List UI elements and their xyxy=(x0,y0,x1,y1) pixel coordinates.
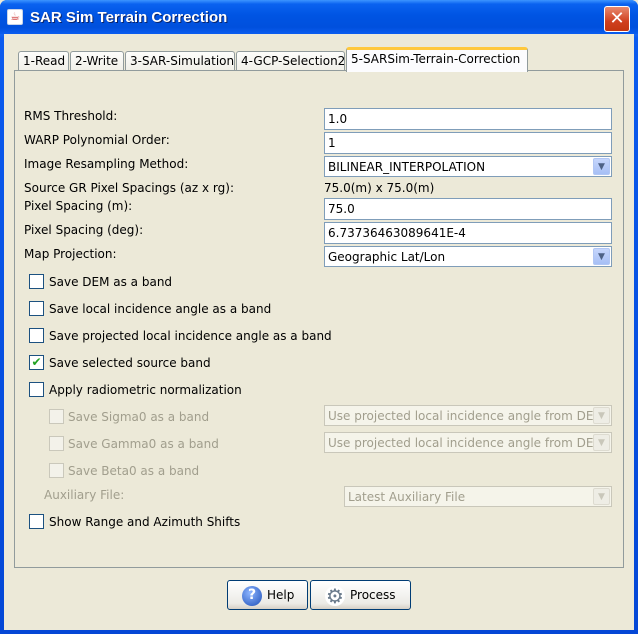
gamma0-label: Save Gamma0 as a band xyxy=(68,437,219,451)
tab-gcp-selection[interactable]: 4-GCP-Selection2 xyxy=(236,51,345,71)
gamma0-method-select[interactable]: Use projected local incidence angle from… xyxy=(324,432,612,453)
resampling-label: Image Resampling Method: xyxy=(24,157,189,171)
title-bar[interactable]: ☕ SAR Sim Terrain Correction ✕ xyxy=(0,0,638,34)
source-spacing-label: Source GR Pixel Spacings (az x rg): xyxy=(24,181,234,195)
map-projection-select[interactable]: Geographic Lat/Lon ▼ xyxy=(324,246,612,267)
save-source-checkbox[interactable]: ✔ xyxy=(29,355,44,370)
save-source-label[interactable]: Save selected source band xyxy=(49,356,211,370)
aux-file-label: Auxiliary File: xyxy=(44,488,125,502)
tab-sar-simulation[interactable]: 3-SAR-Simulation xyxy=(125,51,235,71)
save-lia-checkbox[interactable] xyxy=(29,301,44,316)
app-icon: ☕ xyxy=(7,9,23,25)
tab-panel: RMS Threshold: 1.0 WARP Polynomial Order… xyxy=(14,70,624,568)
source-spacing-value: 75.0(m) x 75.0(m) xyxy=(324,181,435,195)
save-dem-checkbox[interactable] xyxy=(29,274,44,289)
dialog-body: 1-Read 2-Write 3-SAR-Simulation 4-GCP-Se… xyxy=(4,34,634,630)
tab-read[interactable]: 1-Read xyxy=(18,51,69,71)
beta0-label: Save Beta0 as a band xyxy=(68,464,200,478)
close-icon: ✕ xyxy=(609,8,625,29)
chevron-down-icon[interactable]: ▼ xyxy=(593,248,610,265)
aux-file-select[interactable]: Latest Auxiliary File ▼ xyxy=(344,486,612,507)
sigma0-checkbox[interactable] xyxy=(49,409,64,424)
pixel-spacing-m-input[interactable]: 75.0 xyxy=(324,198,612,220)
shifts-checkbox[interactable] xyxy=(29,514,44,529)
save-dem-label[interactable]: Save DEM as a band xyxy=(49,275,172,289)
check-icon: ✔ xyxy=(31,355,42,369)
pixel-spacing-deg-input[interactable]: 6.73736463089641E-4 xyxy=(324,222,612,244)
sigma0-method-select[interactable]: Use projected local incidence angle from… xyxy=(324,405,612,426)
gear-icon: ⚙ xyxy=(325,584,345,608)
save-plia-label[interactable]: Save projected local incidence angle as … xyxy=(49,329,332,343)
beta0-checkbox[interactable] xyxy=(49,463,64,478)
rms-threshold-label: RMS Threshold: xyxy=(24,109,118,123)
warp-order-input[interactable]: 1 xyxy=(324,132,612,154)
sigma0-label: Save Sigma0 as a band xyxy=(68,410,210,424)
warp-order-label: WARP Polynomial Order: xyxy=(24,133,170,147)
chevron-down-icon[interactable]: ▼ xyxy=(593,407,610,424)
tab-terrain-correction[interactable]: 5-SARSim-Terrain-Correction xyxy=(346,47,528,72)
radiometric-label[interactable]: Apply radiometric normalization xyxy=(49,383,242,397)
chevron-down-icon[interactable]: ▼ xyxy=(593,158,610,175)
close-button[interactable]: ✕ xyxy=(604,6,630,32)
pixel-spacing-m-label: Pixel Spacing (m): xyxy=(24,199,133,213)
window-title: SAR Sim Terrain Correction xyxy=(30,9,228,26)
process-button[interactable]: ⚙ Process xyxy=(310,580,411,610)
chevron-down-icon[interactable]: ▼ xyxy=(593,434,610,451)
shifts-label[interactable]: Show Range and Azimuth Shifts xyxy=(49,515,240,529)
save-lia-label[interactable]: Save local incidence angle as a band xyxy=(49,302,271,316)
chevron-down-icon[interactable]: ▼ xyxy=(593,488,610,505)
radiometric-checkbox[interactable] xyxy=(29,382,44,397)
rms-threshold-input[interactable]: 1.0 xyxy=(324,108,612,130)
help-button[interactable]: ? Help xyxy=(227,580,308,610)
resampling-select[interactable]: BILINEAR_INTERPOLATION ▼ xyxy=(324,156,612,177)
gamma0-checkbox[interactable] xyxy=(49,436,64,451)
tab-write[interactable]: 2-Write xyxy=(70,51,124,71)
save-plia-checkbox[interactable] xyxy=(29,328,44,343)
pixel-spacing-deg-label: Pixel Spacing (deg): xyxy=(24,223,144,237)
help-icon: ? xyxy=(242,586,262,606)
map-projection-label: Map Projection: xyxy=(24,247,117,261)
